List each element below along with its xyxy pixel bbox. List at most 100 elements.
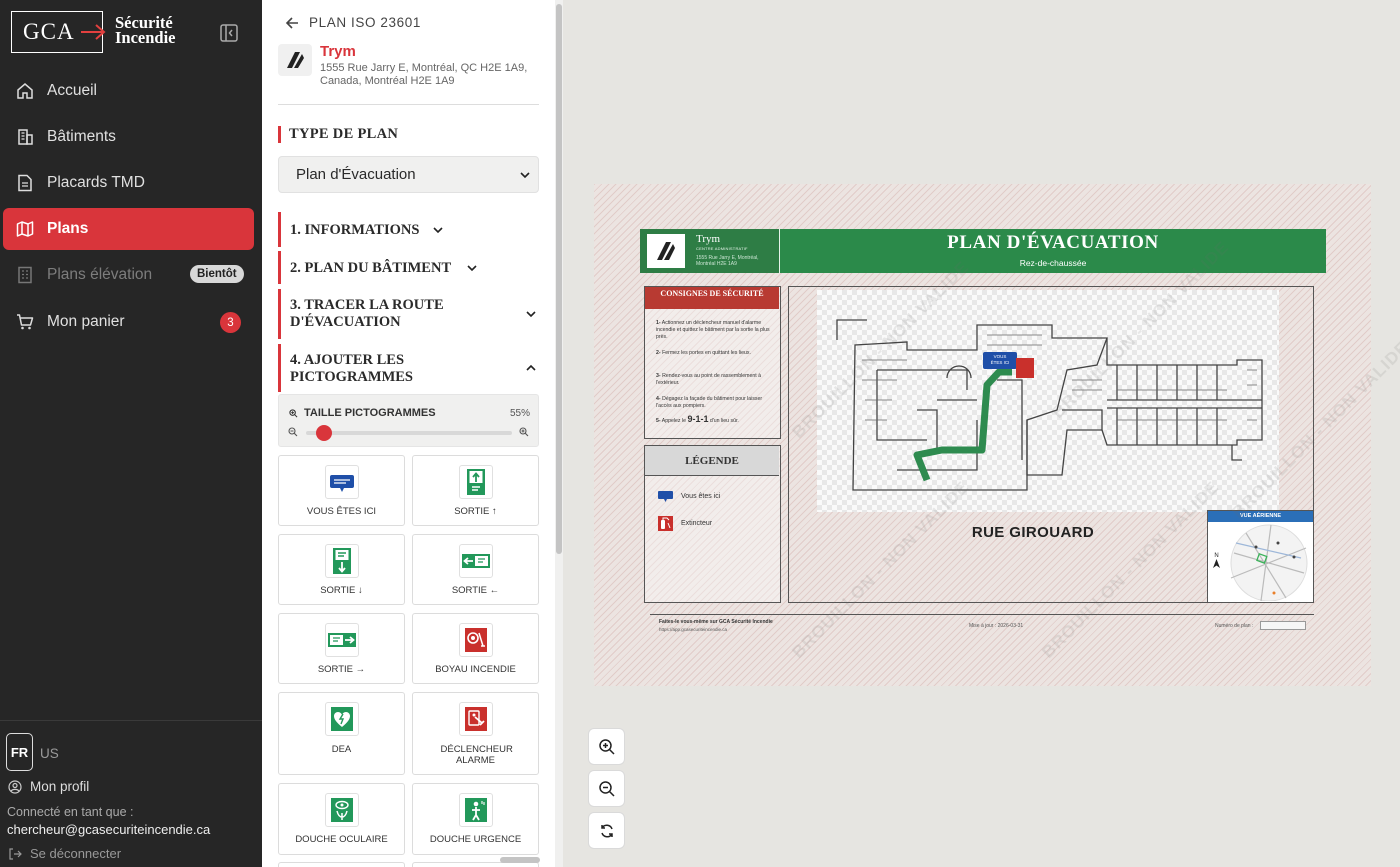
picto-sortie-bas[interactable]: SORTIE ↓ xyxy=(278,534,405,605)
plan-type-heading: TYPE DE PLAN xyxy=(278,126,398,143)
zoom-out-small-icon[interactable] xyxy=(288,427,298,437)
fire-hose-icon xyxy=(465,628,487,652)
picto-size-slider-handle[interactable] xyxy=(316,425,333,441)
fire-alarm-icon xyxy=(465,707,487,731)
aerial-map-image xyxy=(1230,524,1308,601)
defibrillator-icon xyxy=(331,707,353,731)
logo-gca-text: GCA xyxy=(23,19,75,44)
panel-horizontal-scroll-thumb[interactable] xyxy=(500,857,540,863)
legend-item: Extincteur xyxy=(658,516,712,531)
north-indicator: N xyxy=(1213,553,1220,570)
extinguisher-icon xyxy=(658,516,673,531)
instruction-item: 5- Appelez le 9-1-1 d'un lieu sûr. xyxy=(656,414,774,425)
north-arrow-icon xyxy=(1213,559,1220,568)
building-logo xyxy=(278,44,312,76)
accordion-plan-batiment[interactable]: 2. PLAN DU BÂTIMENT xyxy=(278,251,539,284)
aerial-view: VUE AÉRIENNE N xyxy=(1207,510,1314,603)
picto-vous-etes-ici[interactable]: VOUS ÊTES ICI xyxy=(278,455,405,526)
accordion-title: 4. AJOUTER LES PICTOGRAMMES xyxy=(290,352,413,385)
instruction-text: Dégagez la façade du bâtiment pour laiss… xyxy=(656,396,763,409)
collapse-sidebar-icon[interactable] xyxy=(219,23,239,43)
sidebar-item-placards[interactable]: Placards TMD xyxy=(3,162,254,204)
picto-icon-frame xyxy=(325,465,359,499)
aerial-view-title: VUE AÉRIENNE xyxy=(1208,511,1313,522)
picto-dea[interactable]: DEA xyxy=(278,692,405,775)
picto-icon-frame xyxy=(459,465,493,499)
picto-icon-frame xyxy=(325,623,359,657)
you-are-here-marker-label: VOUS ÊTES ICI xyxy=(990,354,1010,365)
sidebar-item-cart[interactable]: Mon panier 3 xyxy=(3,301,254,343)
accordion-route[interactable]: 3. TRACER LA ROUTE D'ÉVACUATION xyxy=(278,289,539,339)
zoom-out-icon xyxy=(598,780,615,797)
plan-building-sub: CENTRE ADMINISTRATIF xyxy=(696,246,748,251)
picto-douche-oculaire[interactable]: DOUCHE OCULAIRE xyxy=(278,783,405,855)
plan-title: PLAN D'ÉVACUATION xyxy=(947,232,1159,253)
user-icon xyxy=(8,779,22,794)
sidebar-item-label: Bâtiments xyxy=(47,128,116,145)
reset-view-button[interactable] xyxy=(588,812,625,849)
arrow-left-icon xyxy=(285,16,298,29)
extinguisher-marker[interactable] xyxy=(1016,358,1034,378)
back-button[interactable]: PLAN ISO 23601 xyxy=(285,15,421,30)
lang-fr-button[interactable]: FR xyxy=(6,733,33,771)
picto-douche-urgence[interactable]: DOUCHE URGENCE xyxy=(412,783,539,855)
sidebar-item-label: Mon panier xyxy=(47,313,125,330)
sidebar: GCA Sécurité Incendie Accueil Bâtiments … xyxy=(0,0,262,867)
chevron-down-icon xyxy=(526,311,536,318)
building-name: Trym xyxy=(320,43,356,60)
profile-link[interactable]: Mon profil xyxy=(8,779,89,794)
zoom-in-icon xyxy=(598,738,615,755)
safety-instructions-title: CONSIGNES DE SÉCURITÉ xyxy=(645,287,779,309)
home-icon xyxy=(17,83,33,99)
building-logo-mark-icon xyxy=(657,242,675,260)
picto-size-slider[interactable] xyxy=(306,431,512,435)
picto-label: DOUCHE URGENCE xyxy=(429,834,522,845)
floor-plan-drawing xyxy=(836,319,1263,491)
picto-sortie-gauche[interactable]: SORTIE ← xyxy=(412,534,539,605)
sidebar-item-accueil[interactable]: Accueil xyxy=(3,70,254,112)
picto-label: DÉCLENCHEUR ALARME xyxy=(413,744,538,766)
plan-footer-divider xyxy=(650,614,1314,615)
picto-label: DEA xyxy=(331,744,352,755)
emergency-number: 9-1-1 xyxy=(687,414,709,424)
zoom-out-button[interactable] xyxy=(588,770,625,807)
plan-type-value: Plan d'Évacuation xyxy=(296,166,416,183)
picto-icon-frame xyxy=(459,702,493,736)
sidebar-item-plans[interactable]: Plans xyxy=(3,208,254,250)
profile-label: Mon profil xyxy=(30,779,90,794)
picto-boyau-incendie[interactable]: BOYAU INCENDIE xyxy=(412,613,539,684)
plan-building-address: 1555 Rue Jarry E, Montréal, Montréal H2E… xyxy=(696,255,759,267)
legend-box: LÉGENDE Vous êtes ici Extincteur xyxy=(644,445,781,603)
building-icon xyxy=(18,129,33,145)
accordion-informations[interactable]: 1. INFORMATIONS xyxy=(278,212,539,247)
plan-number-field xyxy=(1260,621,1306,630)
instruction-number: 4- xyxy=(656,396,661,402)
accordion-pictogrammes[interactable]: 4. AJOUTER LES PICTOGRAMMES xyxy=(278,344,539,392)
lang-us-button[interactable]: US xyxy=(40,746,59,761)
panel-scrollbar-thumb[interactable] xyxy=(556,4,562,554)
picto-declencheur-alarme[interactable]: DÉCLENCHEUR ALARME xyxy=(412,692,539,775)
plan-footer-url: https://app.gcasecuriteincendie.ca xyxy=(659,627,728,632)
sidebar-item-batiments[interactable]: Bâtiments xyxy=(3,116,254,158)
zoom-in-button[interactable] xyxy=(588,728,625,765)
picto-next-row-hint xyxy=(278,862,405,867)
safety-instructions-box: CONSIGNES DE SÉCURITÉ 1- Actionnez un dé… xyxy=(644,286,781,439)
brand-logo[interactable]: GCA Sécurité Incendie xyxy=(11,11,186,55)
emergency-shower-icon xyxy=(465,798,487,822)
picto-size-text: TAILLE PICTOGRAMMES xyxy=(304,407,436,419)
picto-sortie-haut[interactable]: SORTIE ↑ xyxy=(412,455,539,526)
picto-label: SORTIE ← xyxy=(451,585,500,596)
map-icon xyxy=(16,221,34,237)
sidebar-item-label: Accueil xyxy=(47,82,97,99)
sidebar-item-plans-elevation: Plans élévation Bientôt xyxy=(3,254,254,296)
sidebar-item-label: Plans xyxy=(47,220,89,237)
you-are-here-icon xyxy=(330,475,354,492)
zoom-in-small-icon[interactable] xyxy=(519,427,529,437)
legend-label: Vous êtes ici xyxy=(681,493,721,500)
logout-link[interactable]: Se déconnecter xyxy=(8,846,121,861)
legend-title: LÉGENDE xyxy=(645,446,779,476)
accordion-title: 1. INFORMATIONS xyxy=(290,222,420,238)
you-are-here-marker[interactable]: VOUS ÊTES ICI xyxy=(983,352,1017,369)
plan-type-select[interactable]: Plan d'Évacuation xyxy=(278,156,539,193)
picto-sortie-droite[interactable]: SORTIE → xyxy=(278,613,405,684)
